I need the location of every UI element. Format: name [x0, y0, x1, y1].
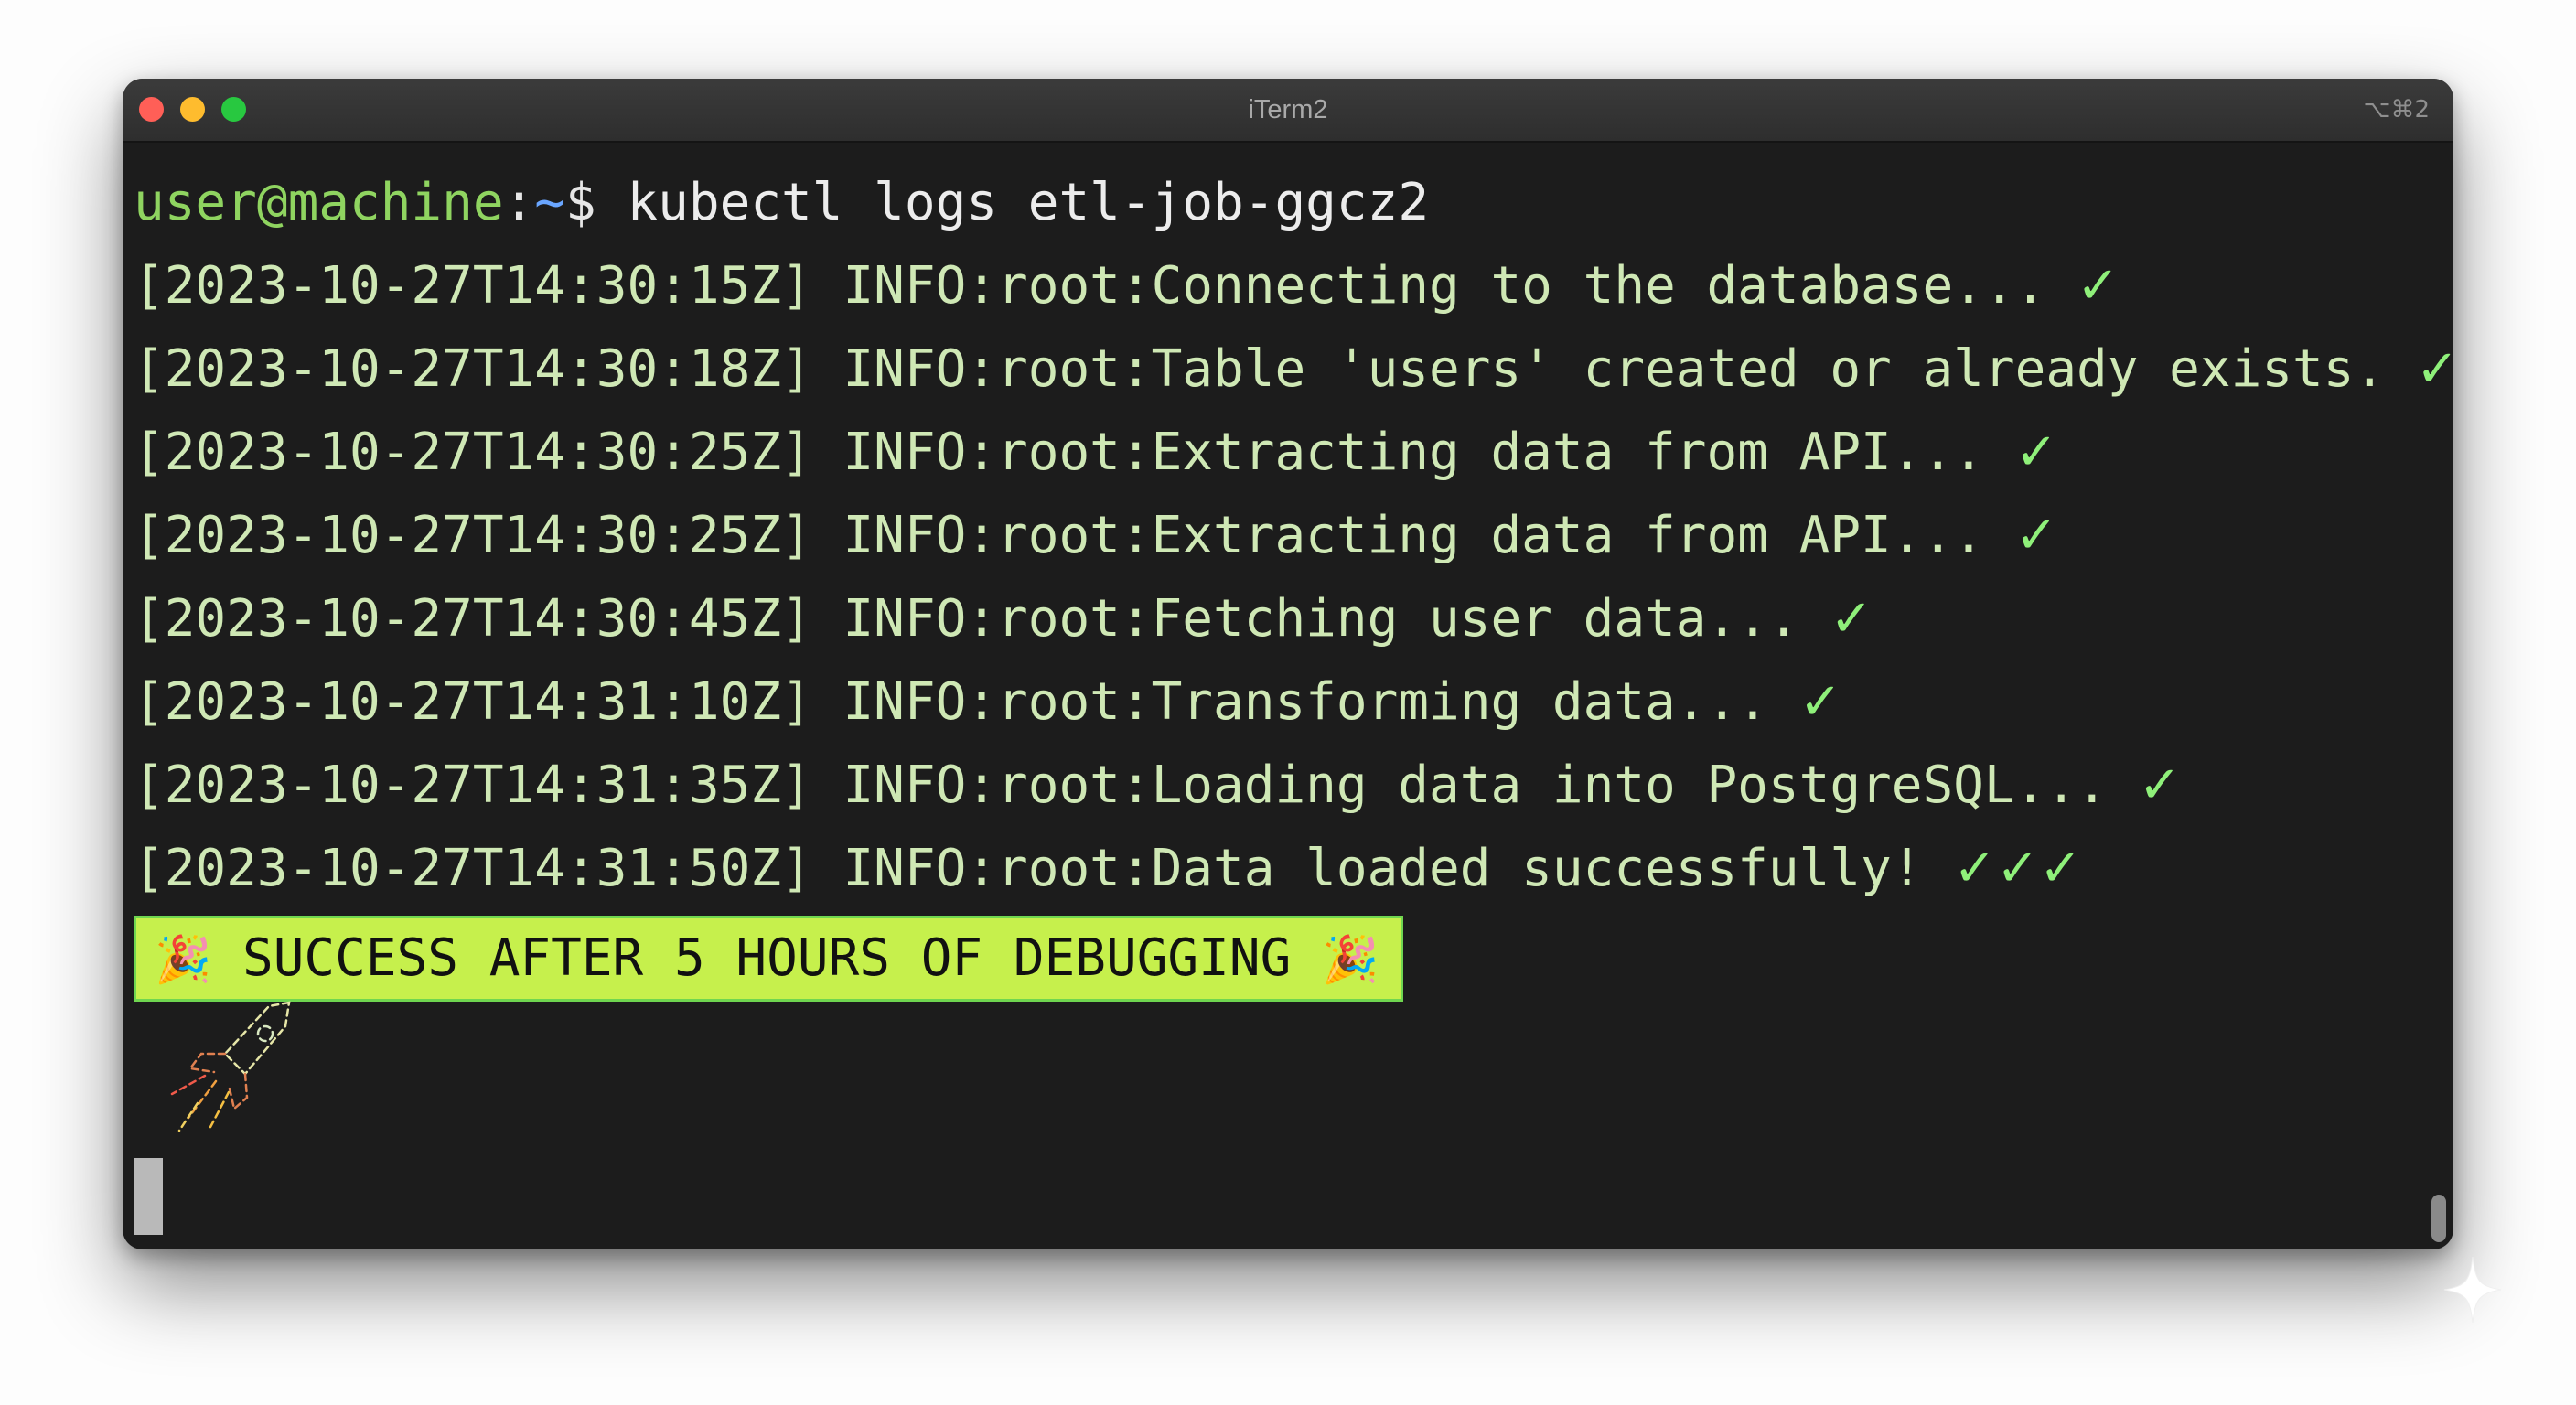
log-text: [2023-10-27T14:31:50Z] INFO:root:Data lo… [134, 839, 1954, 898]
window-shortcut-label: ⌥⌘2 [2363, 96, 2430, 123]
log-text: [2023-10-27T14:30:25Z] INFO:root:Extract… [134, 423, 2015, 482]
sparkle-icon [2443, 1256, 2502, 1324]
command-line: user@machine:~$ kubectl logs etl-job-ggc… [134, 161, 2417, 244]
log-text: [2023-10-27T14:30:18Z] INFO:root:Table '… [134, 339, 2416, 399]
log-text: [2023-10-27T14:30:25Z] INFO:root:Extract… [134, 506, 2015, 565]
command-text: kubectl logs etl-job-ggcz2 [627, 173, 1430, 232]
party-popper-icon: 🎉 [155, 933, 212, 986]
check-icon: ✓ [2014, 423, 2058, 482]
log-line: [2023-10-27T14:30:25Z] INFO:root:Extract… [134, 411, 2417, 494]
check-icon: ✓ [2138, 756, 2182, 815]
log-line: [2023-10-27T14:31:50Z] INFO:root:Data lo… [134, 827, 2417, 910]
banner-text: SUCCESS AFTER 5 HOURS OF DEBUGGING [211, 928, 1322, 988]
prompt-separator: : [503, 173, 535, 232]
log-line: [2023-10-27T14:30:25Z] INFO:root:Extract… [134, 494, 2417, 577]
block-cursor [134, 1158, 163, 1235]
prompt-user-host: user@machine [134, 173, 504, 232]
log-text: [2023-10-27T14:31:10Z] INFO:root:Transfo… [134, 672, 1799, 732]
log-text: [2023-10-27T14:31:35Z] INFO:root:Loading… [134, 756, 2139, 815]
success-banner: 🎉 SUCCESS AFTER 5 HOURS OF DEBUGGING 🎉 [134, 916, 1404, 1002]
check-icon: ✓ [1798, 672, 1842, 732]
scrollbar-thumb[interactable] [2431, 1195, 2446, 1242]
log-line: [2023-10-27T14:30:18Z] INFO:root:Table '… [134, 327, 2453, 411]
log-line: [2023-10-27T14:31:10Z] INFO:root:Transfo… [134, 660, 2417, 744]
party-popper-icon: 🎉 [1322, 933, 1379, 986]
window-title: iTerm2 [1248, 95, 1328, 124]
rocket-icon [170, 1001, 291, 1132]
title-bar[interactable]: iTerm2 ⌥⌘2 [123, 79, 2453, 143]
log-line: [2023-10-27T14:31:35Z] INFO:root:Loading… [134, 744, 2417, 827]
log-text: [2023-10-27T14:30:45Z] INFO:root:Fetchin… [134, 589, 1830, 649]
check-icon: ✓ [2077, 256, 2120, 316]
check-icon: ✓ [2415, 339, 2453, 399]
terminal-window: iTerm2 ⌥⌘2 user@machine:~$ kubectl logs … [123, 79, 2453, 1249]
check-icon: ✓ [1830, 589, 1873, 649]
log-line: [2023-10-27T14:30:45Z] INFO:root:Fetchin… [134, 577, 2417, 660]
prompt-symbol: $ [565, 173, 628, 232]
log-line: [2023-10-27T14:30:15Z] INFO:root:Connect… [134, 244, 2417, 327]
check-icon: ✓ [2014, 506, 2058, 565]
log-text: [2023-10-27T14:30:15Z] INFO:root:Connect… [134, 256, 2077, 316]
triple-check-icon: ✓✓✓ [1953, 839, 2082, 898]
terminal-output[interactable]: user@machine:~$ kubectl logs etl-job-ggc… [134, 161, 2453, 1002]
prompt-path: ~ [534, 173, 566, 232]
